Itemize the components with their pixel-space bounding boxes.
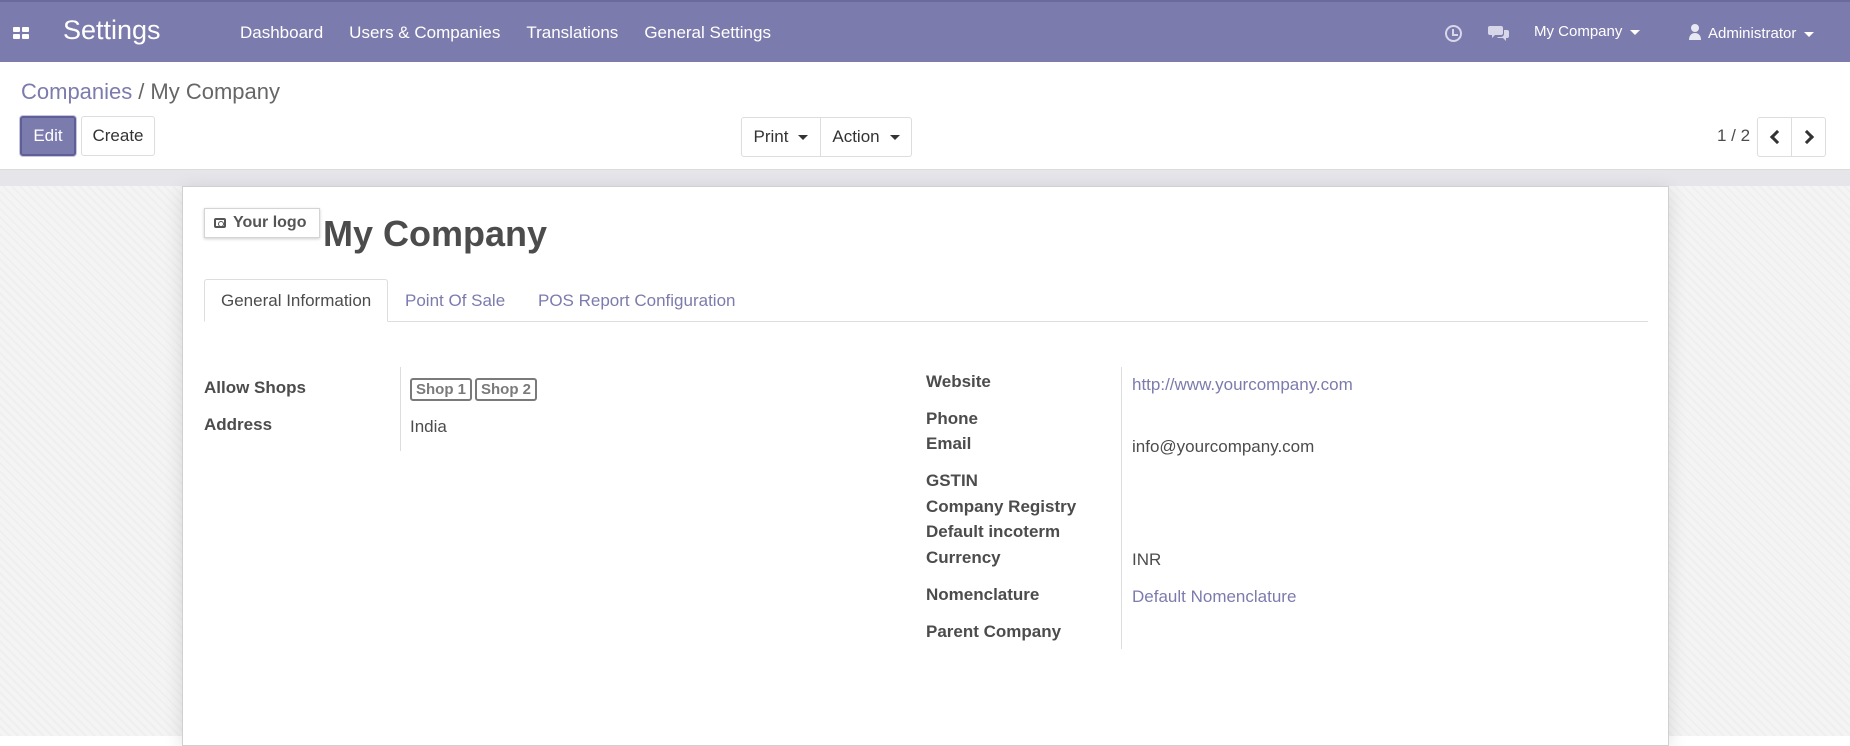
logo-upload[interactable]: Your logo	[204, 208, 320, 238]
create-button[interactable]: Create	[81, 116, 155, 156]
currency-value: INR	[1132, 550, 1162, 569]
form-tabs: General Information Point Of Sale POS Re…	[204, 279, 1648, 322]
shop-tag: Shop 1	[410, 378, 473, 401]
main-menu: Dashboard Users & Companies Translations…	[240, 23, 771, 43]
tab-general-information[interactable]: General Information	[204, 279, 389, 322]
user-name: Administrator	[1708, 25, 1797, 42]
breadcrumb-separator: /	[138, 79, 145, 104]
caret-down-icon	[1630, 29, 1641, 35]
pager-value[interactable]: 1 / 2	[1717, 126, 1750, 146]
tab-pos-report-configuration[interactable]: POS Report Configuration	[522, 279, 752, 322]
user-avatar-icon	[1689, 24, 1701, 40]
address-label: Address	[204, 415, 273, 434]
caret-down-icon	[889, 134, 900, 140]
print-label: Print	[753, 127, 789, 146]
menu-dashboard[interactable]: Dashboard	[240, 23, 323, 43]
caret-down-icon	[1804, 31, 1815, 37]
activity-clock-icon[interactable]	[1445, 25, 1462, 42]
shop-tag: Shop 2	[475, 378, 538, 401]
logo-label: Your logo	[233, 214, 307, 231]
website-value[interactable]: http://www.yourcompany.com	[1132, 375, 1353, 395]
field-divider	[1121, 367, 1122, 649]
chat-icon[interactable]	[1488, 24, 1510, 42]
apps-menu-icon[interactable]	[13, 27, 29, 39]
parent-company-label: Parent Company	[926, 622, 1062, 641]
email-label: Email	[926, 434, 972, 453]
edit-button[interactable]: Edit	[20, 116, 76, 156]
tab-point-of-sale[interactable]: Point Of Sale	[389, 279, 521, 322]
website-label: Website	[926, 372, 991, 391]
address-value: India	[410, 417, 447, 436]
breadcrumb: Companies / My Company	[21, 79, 280, 105]
form-sheet: Your logo My Company General Information…	[182, 186, 1669, 746]
currency-label: Currency	[926, 548, 1001, 567]
email-value: info@yourcompany.com	[1132, 437, 1315, 456]
breadcrumb-companies[interactable]: Companies	[21, 79, 132, 104]
allow-shops-label: Allow Shops	[204, 378, 306, 397]
gstin-label: GSTIN	[926, 471, 978, 490]
field-divider	[400, 367, 401, 451]
pager-next-button[interactable]	[1791, 117, 1826, 157]
chevron-right-icon	[1799, 129, 1814, 145]
content-top-strip	[0, 170, 1850, 186]
camera-icon	[214, 218, 226, 228]
chevron-left-icon	[1769, 129, 1784, 145]
control-panel: Companies / My Company Edit Create Print A…	[0, 62, 1850, 170]
user-menu[interactable]: Administrator	[1688, 23, 1815, 42]
action-dropdown-button[interactable]: Action	[820, 117, 912, 157]
nomenclature-label: Nomenclature	[926, 585, 1040, 604]
phone-label: Phone	[926, 409, 978, 428]
menu-translations[interactable]: Translations	[526, 23, 618, 43]
caret-down-icon	[798, 134, 809, 140]
action-label: Action	[832, 127, 880, 146]
print-dropdown-button[interactable]: Print	[741, 117, 821, 157]
menu-users-companies[interactable]: Users & Companies	[349, 23, 500, 43]
company-registry-label: Company Registry	[926, 497, 1077, 516]
allow-shops-tags: Shop 1 Shop 2	[410, 378, 540, 401]
pager-previous-button[interactable]	[1757, 117, 1792, 157]
company-switcher-label: My Company	[1534, 23, 1623, 40]
company-name-title: My Company	[323, 213, 548, 254]
default-incoterm-label: Default incoterm	[926, 522, 1061, 541]
breadcrumb-current: My Company	[150, 79, 280, 104]
menu-general-settings[interactable]: General Settings	[644, 23, 771, 43]
nomenclature-value[interactable]: Default Nomenclature	[1132, 587, 1296, 607]
app-title: Settings	[63, 15, 161, 45]
company-switcher[interactable]: My Company	[1534, 23, 1641, 40]
top-navbar: Settings Dashboard Users & Companies Tra…	[0, 0, 1850, 62]
